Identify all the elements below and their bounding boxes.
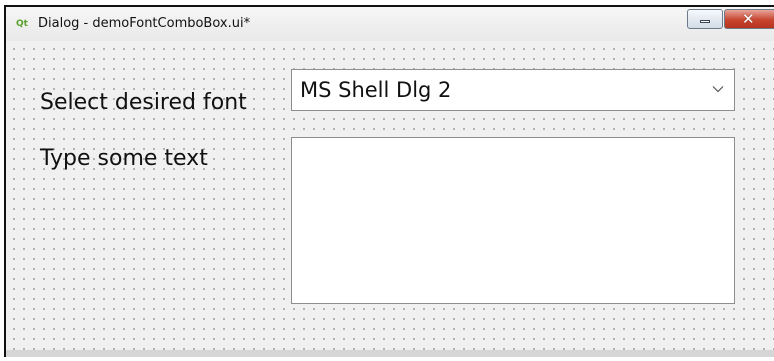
minimize-button[interactable] bbox=[687, 9, 723, 29]
close-icon: ✕ bbox=[742, 10, 755, 28]
font-label: Select desired font bbox=[40, 90, 247, 115]
minimize-icon bbox=[700, 20, 710, 23]
qt-icon: Qt bbox=[16, 19, 28, 29]
window-bottom-edge bbox=[6, 350, 774, 357]
font-combo-value: MS Shell Dlg 2 bbox=[300, 78, 452, 102]
chevron-down-icon bbox=[712, 86, 724, 93]
form-canvas: Select desired font MS Shell Dlg 2 Type … bbox=[6, 41, 774, 350]
title-bar[interactable]: Qt Dialog - demoFontComboBox.ui* ✕ bbox=[6, 7, 774, 41]
font-combo-box[interactable]: MS Shell Dlg 2 bbox=[291, 69, 735, 111]
text-input-area[interactable] bbox=[291, 137, 735, 304]
text-label: Type some text bbox=[40, 146, 208, 171]
window-title: Dialog - demoFontComboBox.ui* bbox=[38, 16, 251, 31]
dialog-window: Qt Dialog - demoFontComboBox.ui* ✕ Selec… bbox=[4, 5, 774, 357]
close-button[interactable]: ✕ bbox=[724, 9, 774, 29]
